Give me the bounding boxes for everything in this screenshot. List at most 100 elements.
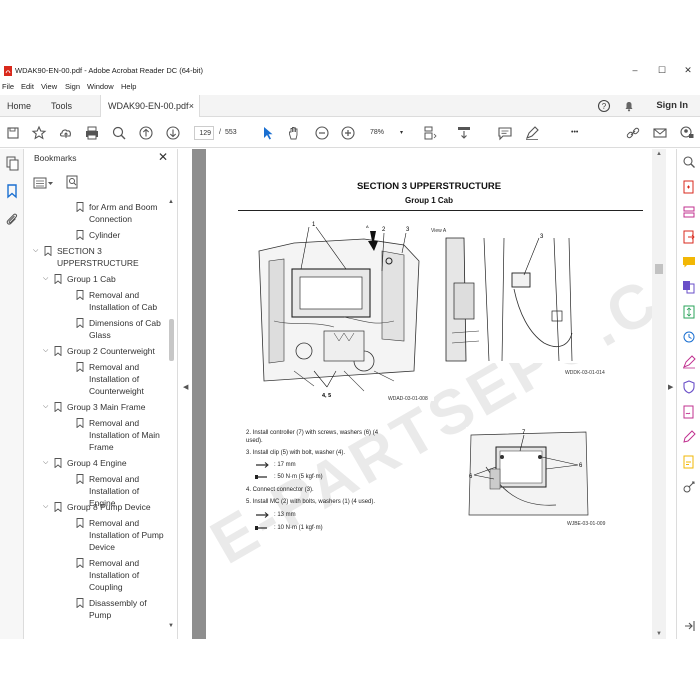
document-scrollbar[interactable]: ▲ ▼	[652, 149, 666, 639]
bookmarks-scrollbar[interactable]: ▲ ▼	[168, 199, 175, 629]
send-for-signature-icon[interactable]	[682, 405, 696, 419]
bookmark-icon	[76, 318, 84, 328]
bookmark-item[interactable]: Removal and Installation of Engine	[25, 473, 165, 508]
find-bookmark-icon[interactable]	[66, 175, 80, 191]
attachments-paperclip-icon[interactable]	[4, 211, 20, 227]
bookmark-item[interactable]: ⌵ Group 3 Main Frame	[25, 401, 165, 413]
page-thumbnails-icon[interactable]	[4, 155, 20, 171]
page-display-icon[interactable]	[422, 125, 438, 141]
stamp-icon[interactable]	[682, 455, 696, 469]
page-number-input[interactable]: 129	[194, 126, 214, 140]
combine-files-icon[interactable]	[682, 280, 696, 294]
highlight-pen-icon[interactable]	[524, 125, 540, 141]
doc-scroll-thumb[interactable]	[655, 264, 663, 274]
bookmark-star-icon[interactable]	[31, 125, 47, 141]
expand-tools-pane-icon[interactable]	[682, 619, 696, 633]
export-pdf-icon[interactable]	[682, 230, 696, 244]
tab-bar: Home Tools WDAK90-EN-00.pdf × ? Sign In	[0, 95, 700, 117]
save-icon[interactable]	[5, 125, 21, 141]
menu-window[interactable]: Window	[87, 82, 114, 91]
more-tools-icon[interactable]: •••	[571, 126, 578, 140]
create-pdf-icon[interactable]	[682, 180, 696, 194]
close-tab-icon[interactable]: ×	[189, 95, 194, 117]
comment-icon[interactable]	[497, 125, 513, 141]
zoom-in-icon[interactable]	[340, 125, 356, 141]
sign-in-button[interactable]: Sign In	[656, 95, 688, 117]
menu-view[interactable]: View	[41, 82, 57, 91]
zoom-dropdown-chevron-icon[interactable]: ▾	[400, 126, 403, 140]
upload-cloud-icon[interactable]	[58, 125, 74, 141]
bookmark-label: Removal and Installation of Cab	[89, 290, 158, 312]
expand-chevron-icon[interactable]: ⌵	[43, 457, 48, 469]
bookmark-item[interactable]: Removal and Installation of Coupling	[25, 557, 165, 593]
bookmark-item[interactable]: ⌵ Group 2 Counterweight	[25, 345, 165, 357]
zoom-level[interactable]: 78%	[370, 126, 384, 140]
edit-pdf-icon[interactable]	[682, 430, 696, 444]
fig1-label-a: A	[366, 224, 369, 229]
bookmark-item[interactable]: Cylinder	[25, 229, 165, 241]
document-viewport[interactable]: E-PARTSEPC.COM SECTION 3 UPPERSTRUCTURE …	[192, 149, 652, 639]
close-bookmarks-icon[interactable]: ✕	[158, 150, 168, 164]
menu-sign[interactable]: Sign	[65, 82, 80, 91]
bookmark-item[interactable]: Removal and Installation of Counterweigh…	[25, 361, 165, 397]
bookmark-item[interactable]: ⌵ Group 8 Pump Device	[25, 501, 165, 513]
scroll-down-arrow-icon[interactable]: ▼	[168, 623, 174, 629]
bookmark-tools	[33, 175, 108, 193]
zoom-search-icon[interactable]	[111, 125, 127, 141]
print-icon[interactable]	[84, 125, 100, 141]
account-lock-icon[interactable]	[679, 125, 695, 141]
protect-shield-icon[interactable]	[682, 380, 696, 394]
bookmark-item[interactable]: for Arm and Boom Connection	[25, 201, 165, 225]
bookmark-item[interactable]: Removal and Installation of Main Frame	[25, 417, 165, 453]
step-3-torque: : 50 N·m (5 kgf·m)	[274, 474, 323, 480]
tab-tools[interactable]: Tools	[51, 95, 72, 117]
bookmark-item[interactable]: ⌵ SECTION 3 UPPERSTRUCTURE	[25, 245, 165, 269]
bookmark-icon	[76, 290, 84, 300]
menu-edit[interactable]: Edit	[21, 82, 34, 91]
doc-scroll-down-icon[interactable]: ▼	[656, 631, 662, 637]
minimize-button[interactable]: –	[626, 64, 644, 77]
collapse-right-panel-icon[interactable]: ▶	[668, 383, 673, 391]
collapse-left-panel-icon[interactable]: ◀	[183, 383, 188, 391]
step-4: 4. Connect connector (3).	[246, 487, 314, 493]
bookmarks-panel-icon[interactable]	[4, 183, 20, 199]
expand-chevron-icon[interactable]: ⌵	[43, 501, 48, 513]
expand-chevron-icon[interactable]: ⌵	[43, 273, 48, 285]
maximize-button[interactable]: ☐	[653, 64, 671, 77]
expand-chevron-icon[interactable]: ⌵	[43, 401, 48, 413]
scroll-up-arrow-icon[interactable]: ▲	[168, 199, 174, 205]
comment-tool-icon[interactable]	[682, 255, 696, 269]
expand-chevron-icon[interactable]: ⌵	[33, 245, 38, 257]
select-cursor-icon[interactable]	[260, 125, 276, 141]
help-icon[interactable]: ?	[597, 99, 611, 113]
enhance-scans-icon[interactable]	[682, 330, 696, 344]
notification-bell-icon[interactable]	[622, 99, 636, 113]
expand-chevron-icon[interactable]: ⌵	[43, 345, 48, 357]
bookmark-item[interactable]: ⌵ Group 1 Cab	[25, 273, 165, 285]
bookmark-item[interactable]: Dimensions of Cab Glass	[25, 317, 165, 341]
bookmark-options-menu-icon[interactable]	[33, 177, 55, 191]
more-tools-settings-icon[interactable]	[682, 480, 696, 494]
email-icon[interactable]	[652, 125, 668, 141]
close-window-button[interactable]: ✕	[679, 64, 697, 77]
tab-document[interactable]: WDAK90-EN-00.pdf ×	[100, 95, 200, 117]
organize-pages-icon[interactable]	[682, 205, 696, 219]
tab-home[interactable]: Home	[7, 95, 31, 117]
search-tools-icon[interactable]	[682, 155, 696, 169]
bookmark-item[interactable]: Disassembly of Pump	[25, 597, 165, 620]
previous-page-icon[interactable]	[138, 125, 154, 141]
bookmarks-scroll-thumb[interactable]	[169, 319, 174, 361]
bookmark-item[interactable]: Removal and Installation of Pump Device	[25, 517, 165, 553]
scroll-mode-icon[interactable]	[456, 125, 472, 141]
hand-tool-icon[interactable]	[286, 125, 302, 141]
compress-pdf-icon[interactable]	[682, 305, 696, 319]
doc-scroll-up-icon[interactable]: ▲	[656, 151, 662, 157]
zoom-out-icon[interactable]	[314, 125, 330, 141]
bookmark-item[interactable]: Removal and Installation of Cab	[25, 289, 165, 313]
menu-help[interactable]: Help	[121, 82, 136, 91]
menu-file[interactable]: File	[2, 82, 14, 91]
fill-sign-icon[interactable]	[682, 355, 696, 369]
share-link-icon[interactable]	[625, 125, 641, 141]
bookmark-item[interactable]: ⌵ Group 4 Engine	[25, 457, 165, 469]
next-page-icon[interactable]	[165, 125, 181, 141]
